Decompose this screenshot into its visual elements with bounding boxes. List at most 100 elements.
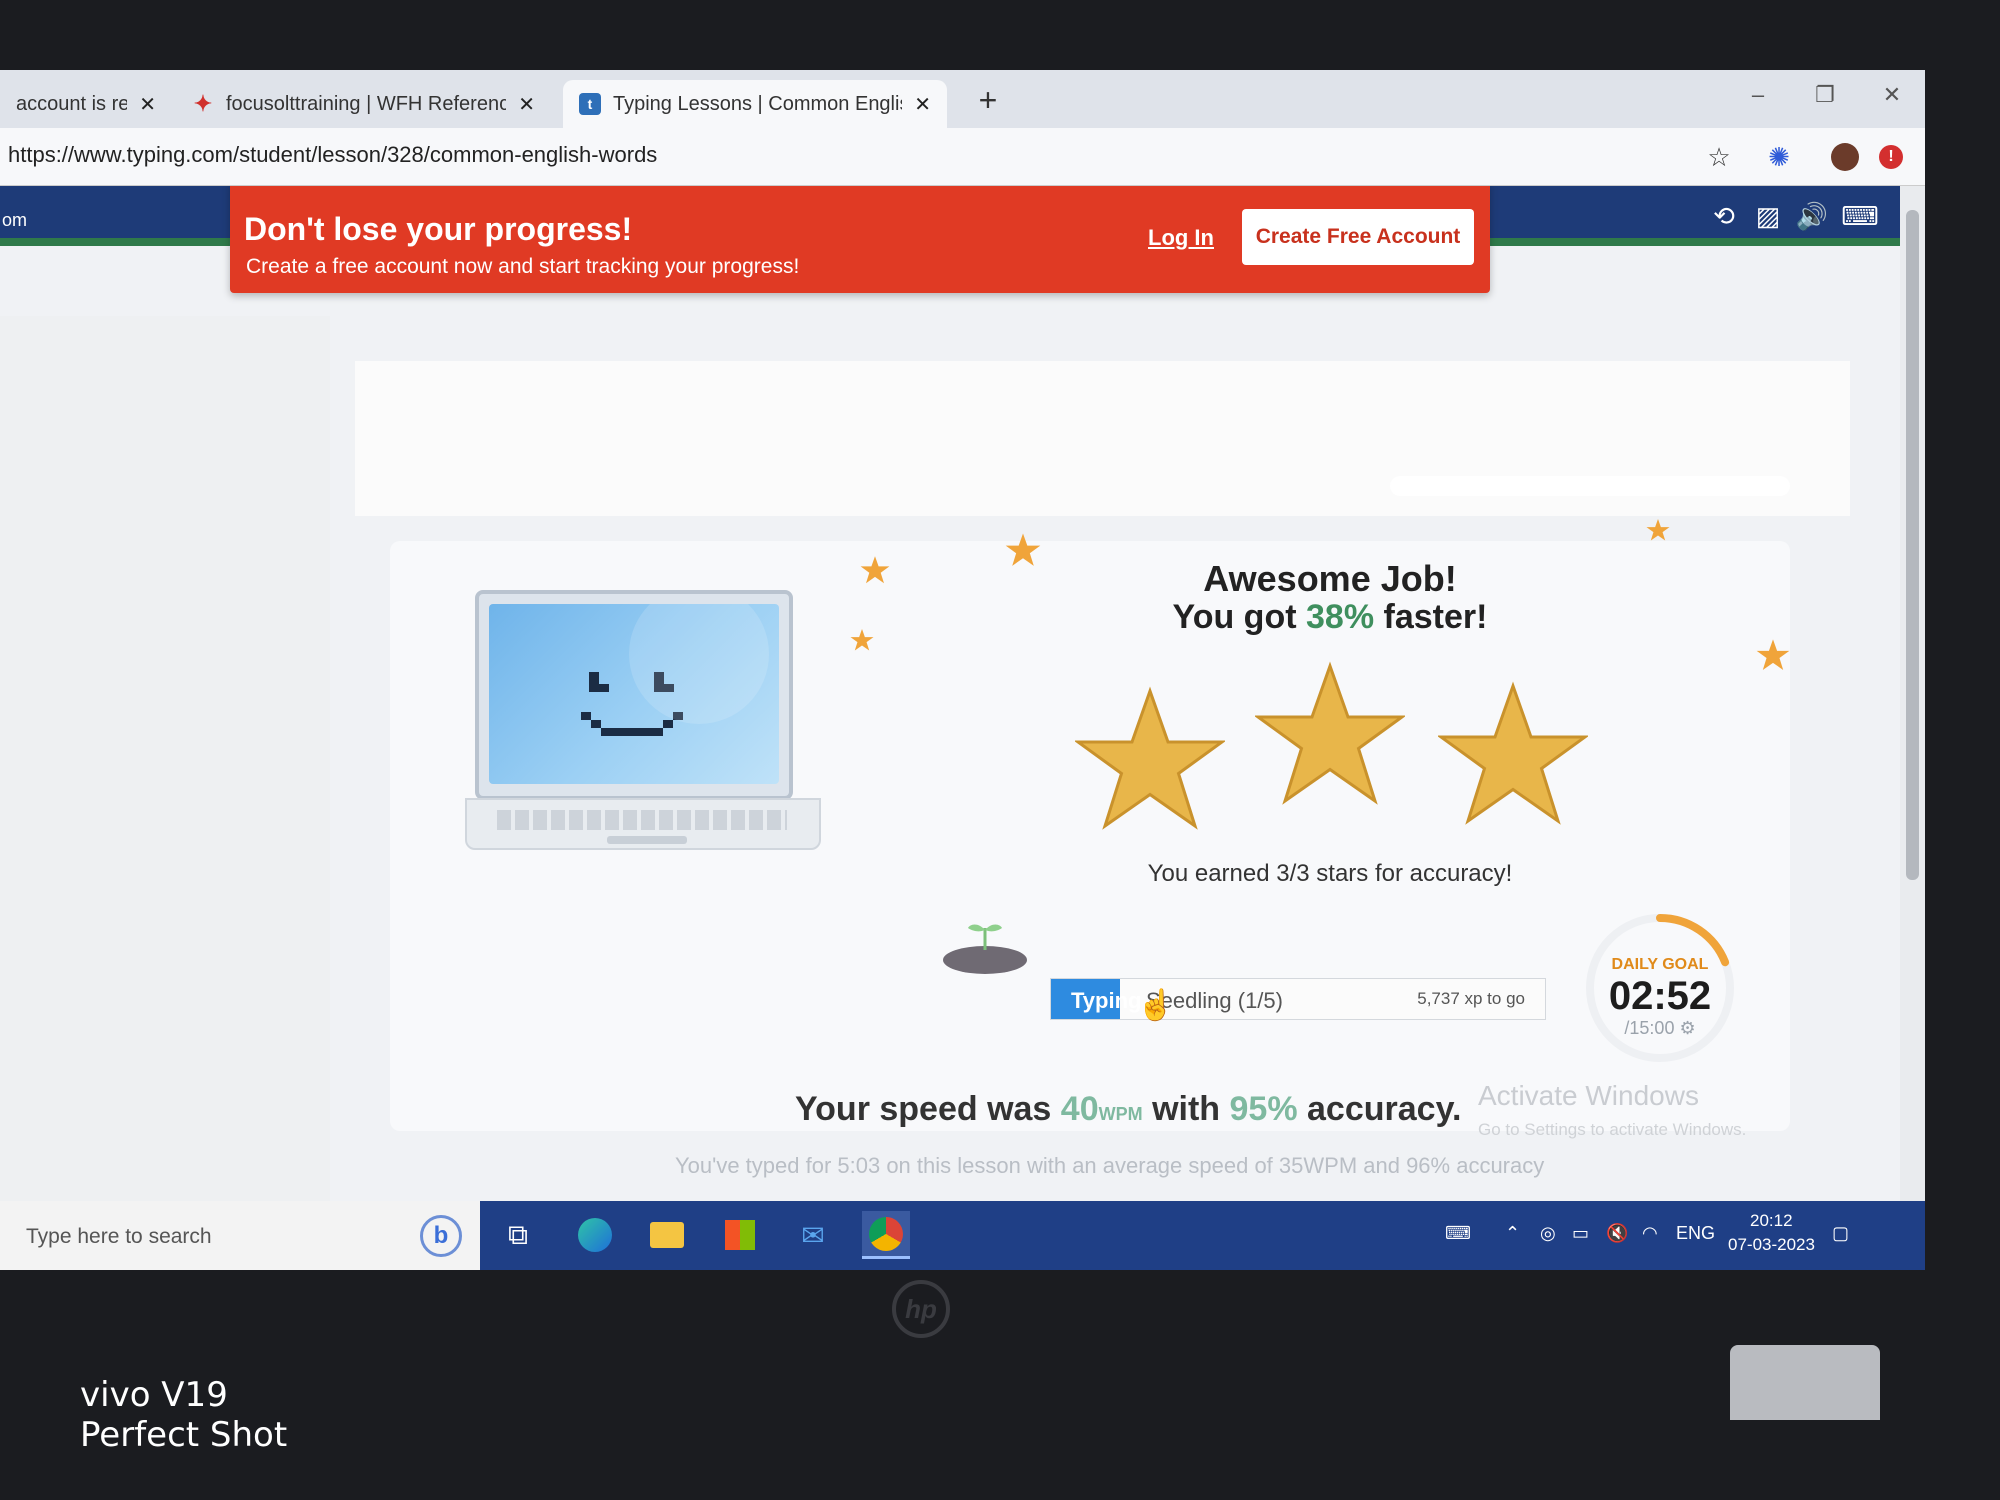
volume-icon[interactable]: 🔊 — [1794, 198, 1830, 234]
keyboard-icon[interactable]: ⌨ — [1841, 198, 1879, 234]
accuracy-star-icon-2 — [1255, 661, 1405, 805]
ad-placeholder-bar — [1390, 476, 1790, 496]
level-tag: Typing — [1071, 988, 1142, 1013]
close-icon[interactable]: ✕ — [139, 92, 156, 117]
muted-volume-icon[interactable]: 🔇 — [1606, 1223, 1628, 1244]
clock-time[interactable]: 20:12 — [1750, 1211, 1793, 1231]
faster-prefix: You got — [1172, 598, 1306, 636]
taskbar-search-box[interactable]: Type here to search b — [0, 1201, 480, 1270]
laptop-keyboard — [497, 810, 787, 830]
url-field[interactable]: https://www.typing.com/student/lesson/32… — [8, 142, 657, 168]
search-placeholder: Type here to search — [26, 1225, 212, 1248]
close-window-button[interactable]: ✕ — [1872, 82, 1912, 116]
smiley-face-icon — [489, 604, 779, 784]
speed-summary: Your speed was 40WPM with 95% accuracy. — [795, 1090, 1461, 1129]
accuracy-message: You earned 3/3 stars for accuracy! — [1147, 860, 1513, 887]
clock-date[interactable]: 07-03-2023 — [1728, 1235, 1815, 1255]
laptop-lid — [475, 590, 793, 800]
laptop-base — [465, 798, 821, 850]
sparkle-star-icon — [1005, 533, 1041, 566]
accuracy-star-icon-3 — [1438, 681, 1588, 825]
sparkle-star-icon — [1646, 518, 1670, 541]
tab-focusolttraining[interactable]: ✦ focusolttraining | WFH Reference ✕ — [176, 80, 551, 128]
wifi-icon[interactable]: ◠ — [1642, 1223, 1658, 1244]
xp-to-go: 5,737 xp to go — [1417, 989, 1525, 1008]
laptop-bezel: account is reac ✕ ✦ focusolttraining | W… — [0, 0, 2000, 1500]
speed-prefix: Your speed was — [795, 1090, 1061, 1128]
activate-windows-subtitle: Go to Settings to activate Windows. — [1478, 1120, 1747, 1139]
address-bar: https://www.typing.com/student/lesson/32… — [0, 128, 1925, 186]
camera-watermark: vivo V19 Perfect Shot — [80, 1375, 287, 1455]
hp-logo: hp — [892, 1280, 950, 1338]
level-progress-bar: Typing Seedling (1/5) 5,737 xp to go — [1050, 978, 1546, 1020]
close-icon[interactable]: ✕ — [518, 92, 535, 117]
daily-goal-time: 02:52 — [1608, 974, 1712, 1018]
close-icon[interactable]: ✕ — [914, 92, 931, 117]
average-summary: You've typed for 5:03 on this lesson wit… — [675, 1153, 1545, 1178]
promo-subtitle: Create a free account now and start trac… — [246, 255, 800, 278]
tab-title: account is reac — [16, 92, 128, 115]
create-account-button[interactable]: Create Free Account — [1242, 209, 1474, 265]
faster-suffix: faster! — [1374, 598, 1488, 636]
typing-t-icon: t — [579, 93, 601, 115]
page-scrollbar[interactable] — [1900, 186, 1925, 1201]
speed-suffix: accuracy. — [1297, 1090, 1462, 1128]
notification-icon[interactable]: ▢ — [1832, 1223, 1849, 1244]
chrome-icon[interactable] — [862, 1211, 910, 1259]
windows-taskbar: Type here to search b ⧉ ✉ ⌨ ⌃ ◎ ▭ 🔇 ◠ EN… — [0, 1201, 1925, 1270]
accuracy-value: 95% — [1229, 1090, 1298, 1128]
faster-message: You got 38% faster! — [1130, 598, 1530, 637]
restore-button[interactable]: ❐ — [1805, 82, 1845, 116]
sparkle-star-icon — [850, 628, 874, 651]
hand-cursor-icon: ☝ — [1137, 989, 1175, 1022]
watermark-line-2: Perfect Shot — [80, 1415, 288, 1455]
bing-icon[interactable]: b — [420, 1215, 462, 1257]
mail-icon[interactable]: ✉ — [789, 1211, 837, 1259]
store-icon[interactable] — [716, 1211, 764, 1259]
daily-goal-total: /15:00 ⚙ — [1624, 1018, 1696, 1038]
tab-typing-lessons[interactable]: t Typing Lessons | Common Englisl ✕ — [563, 80, 947, 128]
promo-title: Don't lose your progress! — [244, 211, 633, 247]
butterfly-icon: ✦ — [193, 91, 213, 116]
daily-goal-widget[interactable]: DAILY GOAL 02:52 /15:00 ⚙ — [1580, 908, 1740, 1068]
daily-goal-label: DAILY GOAL — [1611, 956, 1709, 973]
new-tab-button[interactable]: + — [968, 80, 1008, 120]
meet-now-icon[interactable]: ◎ — [1540, 1223, 1556, 1244]
left-gutter — [0, 316, 330, 1201]
task-view-icon[interactable]: ⧉ — [494, 1211, 542, 1259]
login-link[interactable]: Log In — [1148, 225, 1214, 251]
avatar[interactable] — [1828, 140, 1862, 174]
history-icon[interactable]: ⟲ — [1706, 198, 1742, 234]
browser-tab-strip: account is reac ✕ ✦ focusolttraining | W… — [0, 70, 1925, 128]
file-explorer-icon[interactable] — [643, 1211, 691, 1259]
bookmark-star-icon[interactable]: ☆ — [1702, 140, 1736, 174]
laptop-trackpad — [607, 836, 687, 844]
scrollbar-thumb[interactable] — [1906, 210, 1919, 880]
sparkle-star-icon — [860, 556, 890, 584]
minimize-button[interactable]: – — [1738, 82, 1778, 116]
keyboard-tray-icon[interactable]: ⌨ — [1445, 1223, 1471, 1244]
edge-icon[interactable] — [571, 1211, 619, 1259]
signup-promo-banner: Don't lose your progress! Create a free … — [230, 186, 1490, 293]
update-alert-icon[interactable]: ! — [1874, 140, 1908, 174]
chevron-up-icon[interactable]: ⌃ — [1505, 1223, 1520, 1244]
language-indicator[interactable]: ENG — [1676, 1223, 1715, 1244]
tab-title: focusolttraining | WFH Reference — [226, 92, 507, 115]
extension-icon[interactable]: ✺ — [1762, 140, 1796, 174]
speed-value: 40 — [1060, 1090, 1099, 1128]
battery-icon[interactable]: ▭ — [1572, 1223, 1589, 1244]
tab-title: Typing Lessons | Common Englisl — [613, 92, 903, 115]
seedling-icon — [940, 910, 1030, 985]
no-chart-icon[interactable]: ▨ — [1750, 198, 1786, 234]
activate-windows-title: Activate Windows — [1478, 1080, 1699, 1111]
watermark-line-1: vivo V19 — [80, 1375, 228, 1415]
sparkle-star-icon — [1756, 639, 1790, 670]
tab-account[interactable]: account is reac ✕ — [0, 80, 172, 128]
site-name[interactable]: om — [2, 210, 27, 231]
accuracy-star-icon-1 — [1075, 686, 1225, 830]
speed-unit: WPM — [1098, 1104, 1143, 1124]
screen: account is reac ✕ ✦ focusolttraining | W… — [0, 70, 1925, 1270]
laptop-hinge — [1730, 1345, 1880, 1420]
speed-mid: with — [1142, 1090, 1230, 1128]
results-heading: Awesome Job! — [1203, 558, 1457, 599]
